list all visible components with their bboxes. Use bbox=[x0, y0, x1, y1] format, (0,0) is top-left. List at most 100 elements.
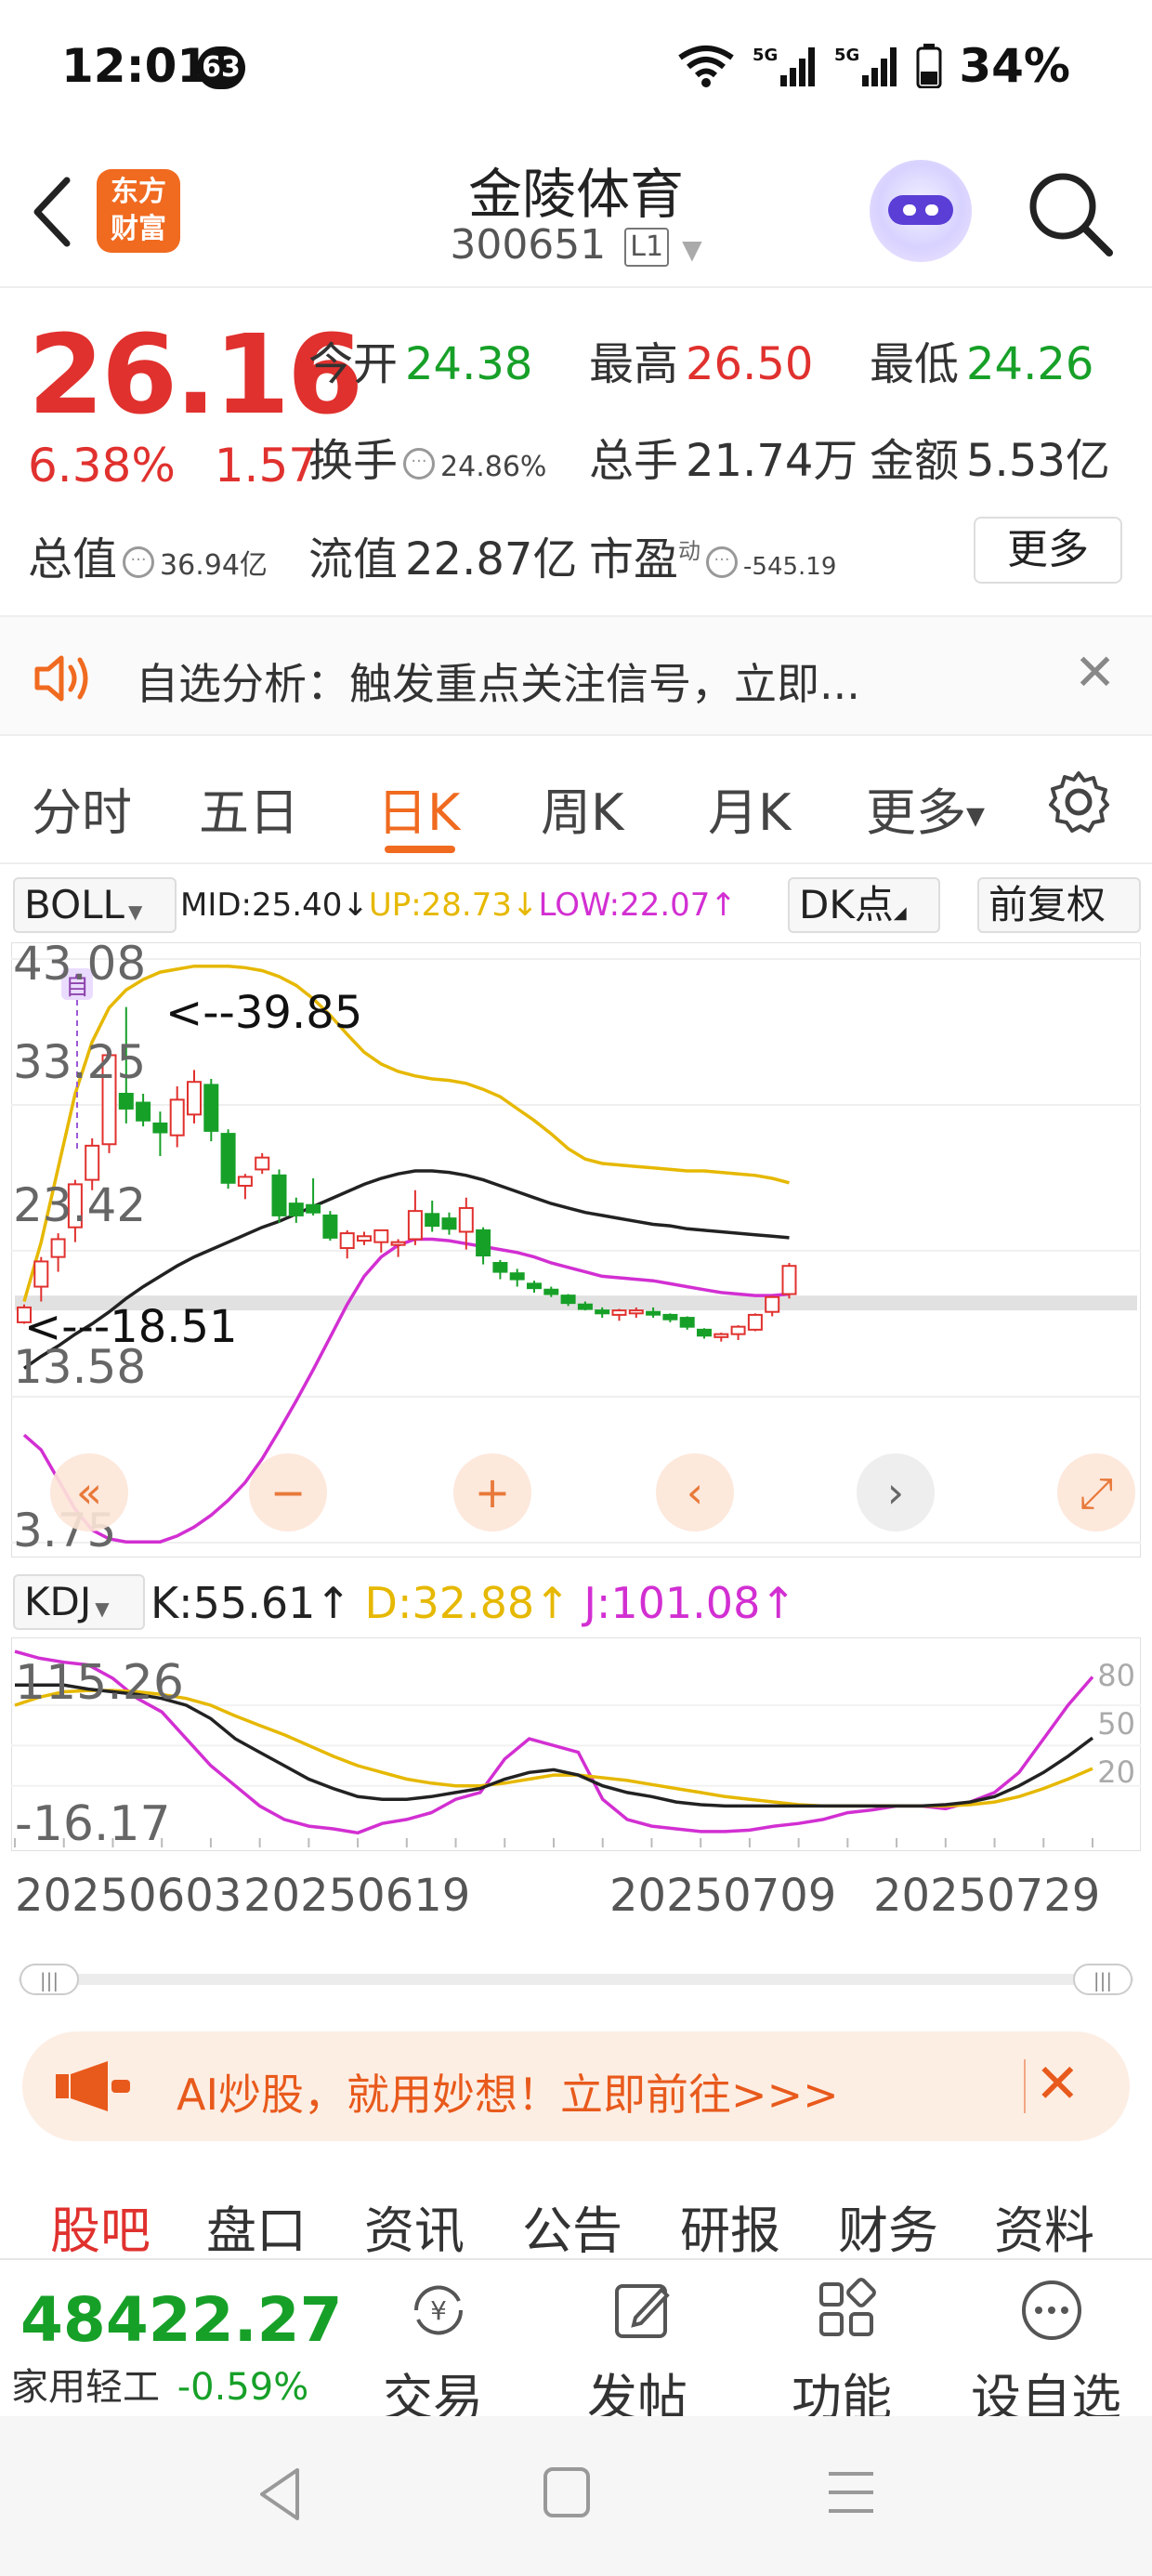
first-page-icon[interactable]: « bbox=[50, 1453, 128, 1531]
tab-research[interactable]: 研报 bbox=[680, 2189, 780, 2263]
tab-news[interactable]: 资讯 bbox=[364, 2189, 465, 2263]
sector-index[interactable]: 48422.27 家用轻工 -0.59% bbox=[0, 2260, 353, 2418]
add-watchlist-button[interactable]: 设自选 bbox=[944, 2260, 1148, 2427]
candle-body bbox=[187, 1081, 202, 1116]
amount-item: 金额 5.53亿 bbox=[870, 424, 1110, 489]
candle-body bbox=[322, 1214, 338, 1239]
pe-dynamic-mark: 动 bbox=[678, 538, 701, 564]
trade-yen-icon: ¥ bbox=[413, 2285, 464, 2335]
ai-promo-banner[interactable]: AI炒股，就用妙想！立即前往>>> ✕ bbox=[22, 2031, 1130, 2141]
more-dots-icon bbox=[1022, 2280, 1081, 2340]
post-button[interactable]: 发帖 bbox=[535, 2260, 740, 2427]
bottom-toolbar: 48422.27 家用轻工 -0.59% ¥ 交易 发帖 功能 设自选 bbox=[0, 2258, 1152, 2427]
change-amount: 1.57 bbox=[214, 439, 319, 493]
kdj-right-tick: 80 bbox=[1097, 1658, 1135, 1693]
stock-code-row[interactable]: 300651 L1 ▼ bbox=[0, 221, 1152, 269]
dk-point-button[interactable]: DK点◢ bbox=[788, 877, 940, 933]
functions-button[interactable]: 功能 bbox=[740, 2260, 944, 2427]
candle-body bbox=[136, 1101, 151, 1122]
zoom-out-icon[interactable]: − bbox=[249, 1453, 327, 1531]
prev-arrow-icon[interactable]: ‹ bbox=[656, 1453, 734, 1531]
sector-index-row: 家用轻工 -0.59% bbox=[11, 2357, 308, 2411]
kdj-right-tick: 50 bbox=[1097, 1706, 1135, 1741]
nav-back-icon[interactable] bbox=[253, 2464, 308, 2524]
zoom-in-icon[interactable]: + bbox=[453, 1453, 531, 1531]
tab-profile[interactable]: 资料 bbox=[994, 2189, 1094, 2263]
candle-body bbox=[339, 1232, 355, 1250]
tab-intraday[interactable]: 分时 bbox=[32, 771, 132, 845]
nav-home-icon[interactable] bbox=[541, 2464, 593, 2520]
signal-icon-2: 5G bbox=[834, 46, 897, 86]
price-change: 6.38% 1.57 bbox=[28, 439, 318, 493]
info-dots-icon[interactable]: ··· bbox=[403, 448, 436, 480]
expand-icon[interactable]: ⤢ bbox=[1057, 1453, 1135, 1531]
candle-body bbox=[527, 1282, 542, 1290]
kline-chart[interactable]: 自43.0833.2523.4213.583.75<--39.85<---18.… bbox=[11, 942, 1141, 1557]
zoom-out-icon-glyph: − bbox=[270, 1467, 307, 1518]
tab-guba[interactable]: 股吧 bbox=[50, 2189, 151, 2263]
mktcap-label: 总值 bbox=[28, 533, 118, 585]
adjust-price-button[interactable]: 前复权 bbox=[977, 877, 1141, 933]
stock-header: 东方 财富 金陵体育 300651 L1 ▼ bbox=[0, 139, 1152, 288]
candle-body bbox=[577, 1303, 593, 1310]
tab-daily-k[interactable]: 日K bbox=[377, 771, 460, 845]
kdj-selector[interactable]: KDJ ▼ bbox=[13, 1574, 145, 1630]
boll-indicator-row: BOLL ▼ MID:25.40↓UP:28.73↓LOW:22.07↑ DK点◢… bbox=[0, 874, 1152, 939]
date-tick: 20250619 bbox=[243, 1870, 471, 1922]
tab-more-label: 更多 bbox=[866, 783, 966, 842]
amount-label: 金额 bbox=[870, 435, 960, 487]
y-tick-label: 43.08 bbox=[13, 942, 146, 991]
boll-mid: MID:25.40↓ bbox=[180, 887, 369, 924]
range-scroller[interactable]: ||| ||| bbox=[19, 1963, 1133, 1996]
candle-body bbox=[713, 1333, 729, 1338]
high-item: 最高 26.50 bbox=[589, 327, 813, 392]
boll-up: UP:28.73↓ bbox=[368, 887, 539, 924]
banner-text: 自选分析：触发重点关注信号，立即... bbox=[136, 659, 860, 709]
volume-item: 总手 21.74万 bbox=[589, 424, 857, 489]
wifi-icon bbox=[678, 46, 735, 87]
trade-button[interactable]: ¥ 交易 bbox=[331, 2260, 535, 2427]
turnover-label: 换手 bbox=[308, 435, 399, 487]
kdj-chart[interactable]: 115.26 -16.17 80 50 20 bbox=[11, 1637, 1141, 1851]
info-dots-icon[interactable]: ··· bbox=[706, 546, 739, 578]
tab-announcements[interactable]: 公告 bbox=[522, 2189, 622, 2263]
tab-five-day[interactable]: 五日 bbox=[199, 771, 299, 845]
nav-menu-icon[interactable] bbox=[823, 2466, 879, 2518]
float-cap-value: 22.87亿 bbox=[405, 533, 578, 585]
tab-more[interactable]: 更多▼ bbox=[866, 771, 985, 845]
tab-orderbook[interactable]: 盘口 bbox=[206, 2189, 307, 2263]
quote-panel: 26.16 6.38% 1.57 今开 24.38 最高 26.50 最低 24.26… bbox=[0, 290, 1152, 615]
candle-body bbox=[425, 1213, 440, 1228]
system-nav-bar bbox=[0, 2416, 1152, 2576]
indicator-selector[interactable]: BOLL ▼ bbox=[13, 877, 177, 933]
status-time: 12:01 bbox=[61, 39, 210, 93]
close-icon[interactable]: ✕ bbox=[1035, 2052, 1080, 2115]
pe-item: 市盈动 ··· -545.19 bbox=[589, 522, 836, 587]
candle-body bbox=[646, 1310, 661, 1316]
ai-banner-text: AI炒股，就用妙想！立即前往>>> bbox=[177, 2070, 839, 2120]
sector-change: -0.59% bbox=[177, 2366, 309, 2409]
gear-icon[interactable] bbox=[1046, 769, 1111, 835]
kdj-y-tick: -16.17 bbox=[15, 1796, 171, 1851]
grid-icon bbox=[819, 2278, 876, 2336]
svg-text:5G: 5G bbox=[834, 46, 859, 65]
close-icon[interactable]: ✕ bbox=[1074, 643, 1116, 702]
tab-weekly-k[interactable]: 周K bbox=[541, 771, 623, 845]
signal-icon-1: 5G bbox=[753, 46, 816, 86]
kdj-right-tick: 20 bbox=[1097, 1755, 1135, 1790]
edit-icon bbox=[615, 2284, 670, 2338]
tab-financials[interactable]: 财务 bbox=[838, 2189, 938, 2263]
candle-body bbox=[373, 1229, 389, 1243]
next-arrow-icon[interactable]: › bbox=[857, 1453, 935, 1531]
candle-body bbox=[271, 1174, 287, 1216]
period-tabs: 分时 五日 日K 周K 月K 更多▼ bbox=[0, 743, 1152, 864]
candle-body bbox=[679, 1317, 695, 1328]
search-icon[interactable] bbox=[1024, 167, 1117, 260]
more-quote-button[interactable]: 更多 bbox=[974, 517, 1122, 584]
megaphone-icon bbox=[56, 2061, 130, 2111]
analysis-banner[interactable]: 自选分析：触发重点关注信号，立即... ✕ bbox=[0, 615, 1152, 736]
ai-assistant-avatar[interactable] bbox=[870, 160, 972, 262]
grip-icon: ||| bbox=[1093, 1969, 1112, 1991]
info-dots-icon[interactable]: ··· bbox=[123, 546, 155, 578]
tab-monthly-k[interactable]: 月K bbox=[708, 771, 791, 845]
